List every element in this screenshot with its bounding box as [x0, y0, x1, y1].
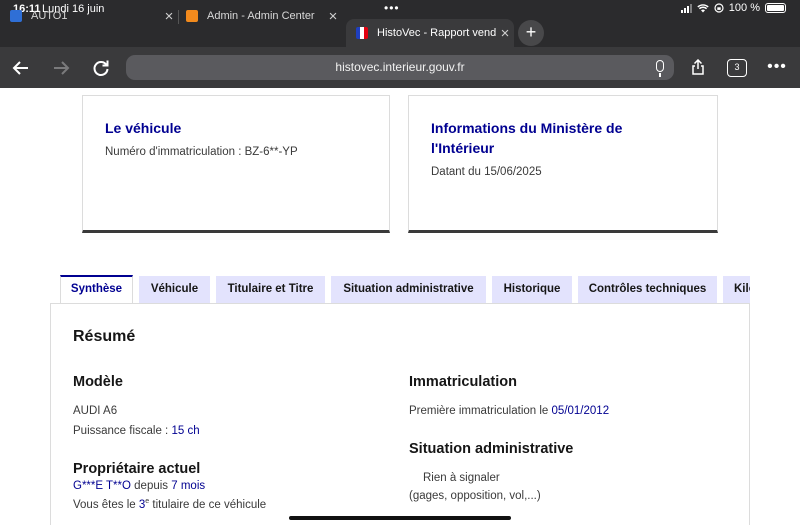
new-tab-button[interactable]: +	[518, 20, 544, 46]
status-indicators: 100 %	[680, 2, 786, 14]
battery-icon	[765, 3, 786, 13]
synthese-panel: Résumé Modèle AUDI A6 Puissance fiscale …	[50, 303, 750, 525]
address-bar[interactable]: histovec.interieur.gouv.fr	[126, 55, 674, 80]
ministry-card: Informations du Ministère de l'Intérieur…	[408, 95, 718, 233]
plate-label: Numéro d'immatriculation :	[105, 146, 242, 158]
tab-count-button[interactable]: 3	[727, 59, 747, 77]
tab-title: HistoVec - Rapport vendeur	[377, 27, 496, 39]
url-text: histovec.interieur.gouv.fr	[335, 60, 465, 74]
fiscal-power-value: 15 ch	[171, 425, 200, 437]
close-tab-icon[interactable]: ×	[324, 8, 342, 25]
tab-historique[interactable]: Historique	[492, 276, 572, 303]
owner-rank-sup: e	[145, 498, 150, 505]
tab-kilometrage[interactable]: Kilométrage	[723, 276, 750, 303]
tab-titulaire-titre[interactable]: Titulaire et Titre	[216, 276, 325, 303]
tab-synthese[interactable]: Synthèse	[60, 275, 133, 303]
admin-status: Rien à signaler	[423, 472, 500, 484]
first-registration-label: Première immatriculation le	[409, 405, 549, 417]
model-heading: Modèle	[73, 374, 123, 390]
browser-tab-histovec[interactable]: HistoVec - Rapport vendeur ×	[346, 19, 514, 47]
orientation-lock-icon	[714, 3, 724, 13]
first-registration-date: 05/01/2012	[551, 405, 610, 417]
plate-value: BZ-6**-YP	[244, 146, 298, 158]
ministry-date: Datant du 15/06/2025	[431, 166, 542, 178]
registration-heading: Immatriculation	[409, 374, 517, 390]
admin-detail: (gages, opposition, vol,...)	[409, 490, 541, 502]
browser-tab-admin[interactable]: Admin - Admin Center ×	[186, 2, 342, 30]
tab-title: AUTO1	[31, 10, 68, 22]
owner-name: G***E T**O	[73, 480, 131, 492]
ministry-title-line1: Informations du Ministère de	[431, 120, 623, 136]
tab-situation-administrative[interactable]: Situation administrative	[331, 276, 486, 303]
owner-rank-suffix: titulaire de ce véhicule	[152, 498, 267, 511]
vehicle-card-title: Le véhicule	[105, 120, 182, 136]
microphone-icon[interactable]	[656, 60, 664, 77]
ministry-card-title: Informations du Ministère de l'Intérieur	[431, 118, 695, 158]
model-value: AUDI A6	[73, 405, 118, 417]
summary-heading: Résumé	[73, 328, 136, 345]
tab-vehicule[interactable]: Véhicule	[139, 276, 210, 303]
fiscal-power: Puissance fiscale : 15 ch	[73, 425, 200, 437]
owner-rank: Vous êtes le 3e titulaire de ce véhicule	[73, 498, 266, 511]
browser-toolbar: histovec.interieur.gouv.fr 3 •••	[0, 47, 800, 88]
web-page: Le véhicule Numéro d'immatriculation : B…	[0, 88, 800, 525]
close-tab-icon[interactable]: ×	[496, 25, 514, 42]
back-arrow-icon[interactable]	[8, 55, 34, 81]
admin-favicon-icon	[186, 10, 198, 22]
histovec-favicon-icon	[356, 27, 368, 39]
browser-tab-auto1[interactable]: AUTO1 ×	[10, 2, 178, 30]
admin-heading: Situation administrative	[409, 441, 574, 457]
owner-since-value: 7 mois	[171, 480, 206, 492]
first-registration: Première immatriculation le 05/01/2012	[409, 405, 609, 417]
forward-arrow-icon[interactable]	[48, 55, 74, 81]
owner-heading: Propriétaire actuel	[73, 461, 201, 477]
plate-line: Numéro d'immatriculation : BZ-6**-YP	[105, 146, 367, 158]
report-tabs: Synthèse Véhicule Titulaire et Titre Sit…	[60, 275, 750, 303]
multitasking-dots[interactable]: •••	[384, 1, 400, 15]
reload-icon[interactable]	[88, 55, 114, 81]
fiscal-power-label: Puissance fiscale :	[73, 425, 169, 437]
owner-line: G***E T**O depuis 7 mois	[73, 480, 205, 492]
tab-controles-techniques[interactable]: Contrôles techniques	[578, 276, 717, 303]
auto1-favicon-icon	[10, 10, 22, 22]
wifi-icon	[697, 3, 709, 12]
close-tab-icon[interactable]: ×	[160, 8, 178, 25]
tab-divider	[178, 10, 179, 24]
home-indicator[interactable]	[289, 516, 511, 520]
owner-since-label: depuis	[134, 480, 169, 492]
vehicle-card: Le véhicule Numéro d'immatriculation : B…	[82, 95, 390, 233]
tab-title: Admin - Admin Center	[207, 10, 315, 22]
signal-icon	[680, 3, 692, 13]
ministry-title-line2: l'Intérieur	[431, 140, 495, 156]
battery-percent: 100 %	[728, 2, 760, 14]
more-options-icon[interactable]: •••	[764, 55, 790, 81]
owner-rank-prefix: Vous êtes le	[73, 498, 136, 511]
share-icon[interactable]	[690, 59, 706, 75]
